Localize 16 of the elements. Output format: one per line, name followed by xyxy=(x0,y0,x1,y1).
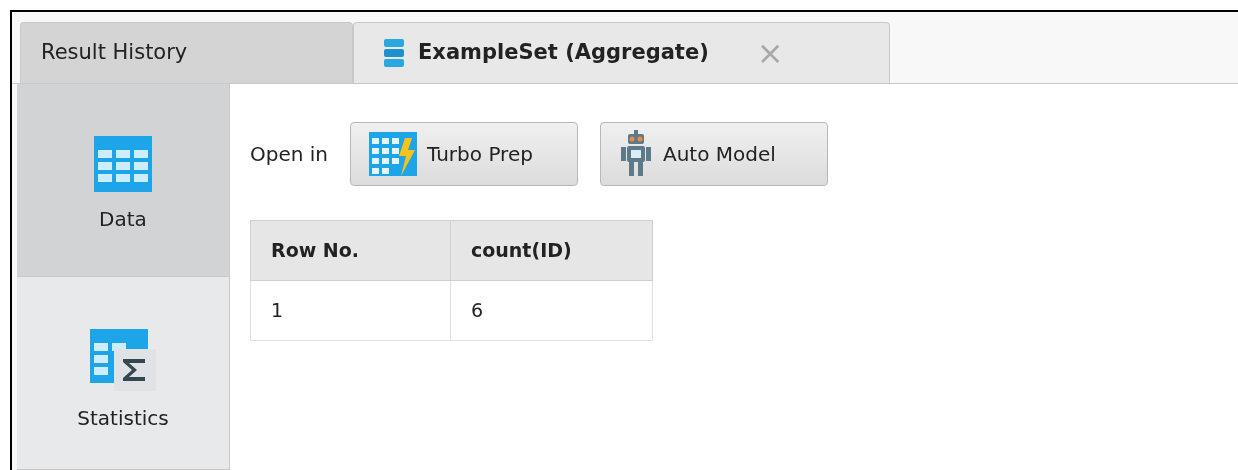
column-header[interactable]: count(ID) xyxy=(450,220,653,281)
database-icon xyxy=(384,39,404,67)
table-sum-icon xyxy=(90,329,156,391)
open-button[interactable]: Turbo Prep xyxy=(350,122,578,186)
table-cell: 1 xyxy=(250,280,451,341)
sidebar-item[interactable]: Data xyxy=(17,84,229,277)
column-header[interactable]: Row No. xyxy=(250,220,451,281)
table-icon xyxy=(94,136,152,192)
tab[interactable]: Result History xyxy=(20,22,353,83)
robot-icon xyxy=(619,130,653,178)
tab[interactable]: ExampleSet (Aggregate) × xyxy=(353,22,890,83)
open-button[interactable]: Auto Model xyxy=(600,122,828,186)
table-cell: 6 xyxy=(450,280,653,341)
grid-lightning-icon xyxy=(369,132,417,176)
open-in-label: Open in xyxy=(250,141,328,168)
sidebar-item[interactable]: Statistics xyxy=(17,277,229,470)
